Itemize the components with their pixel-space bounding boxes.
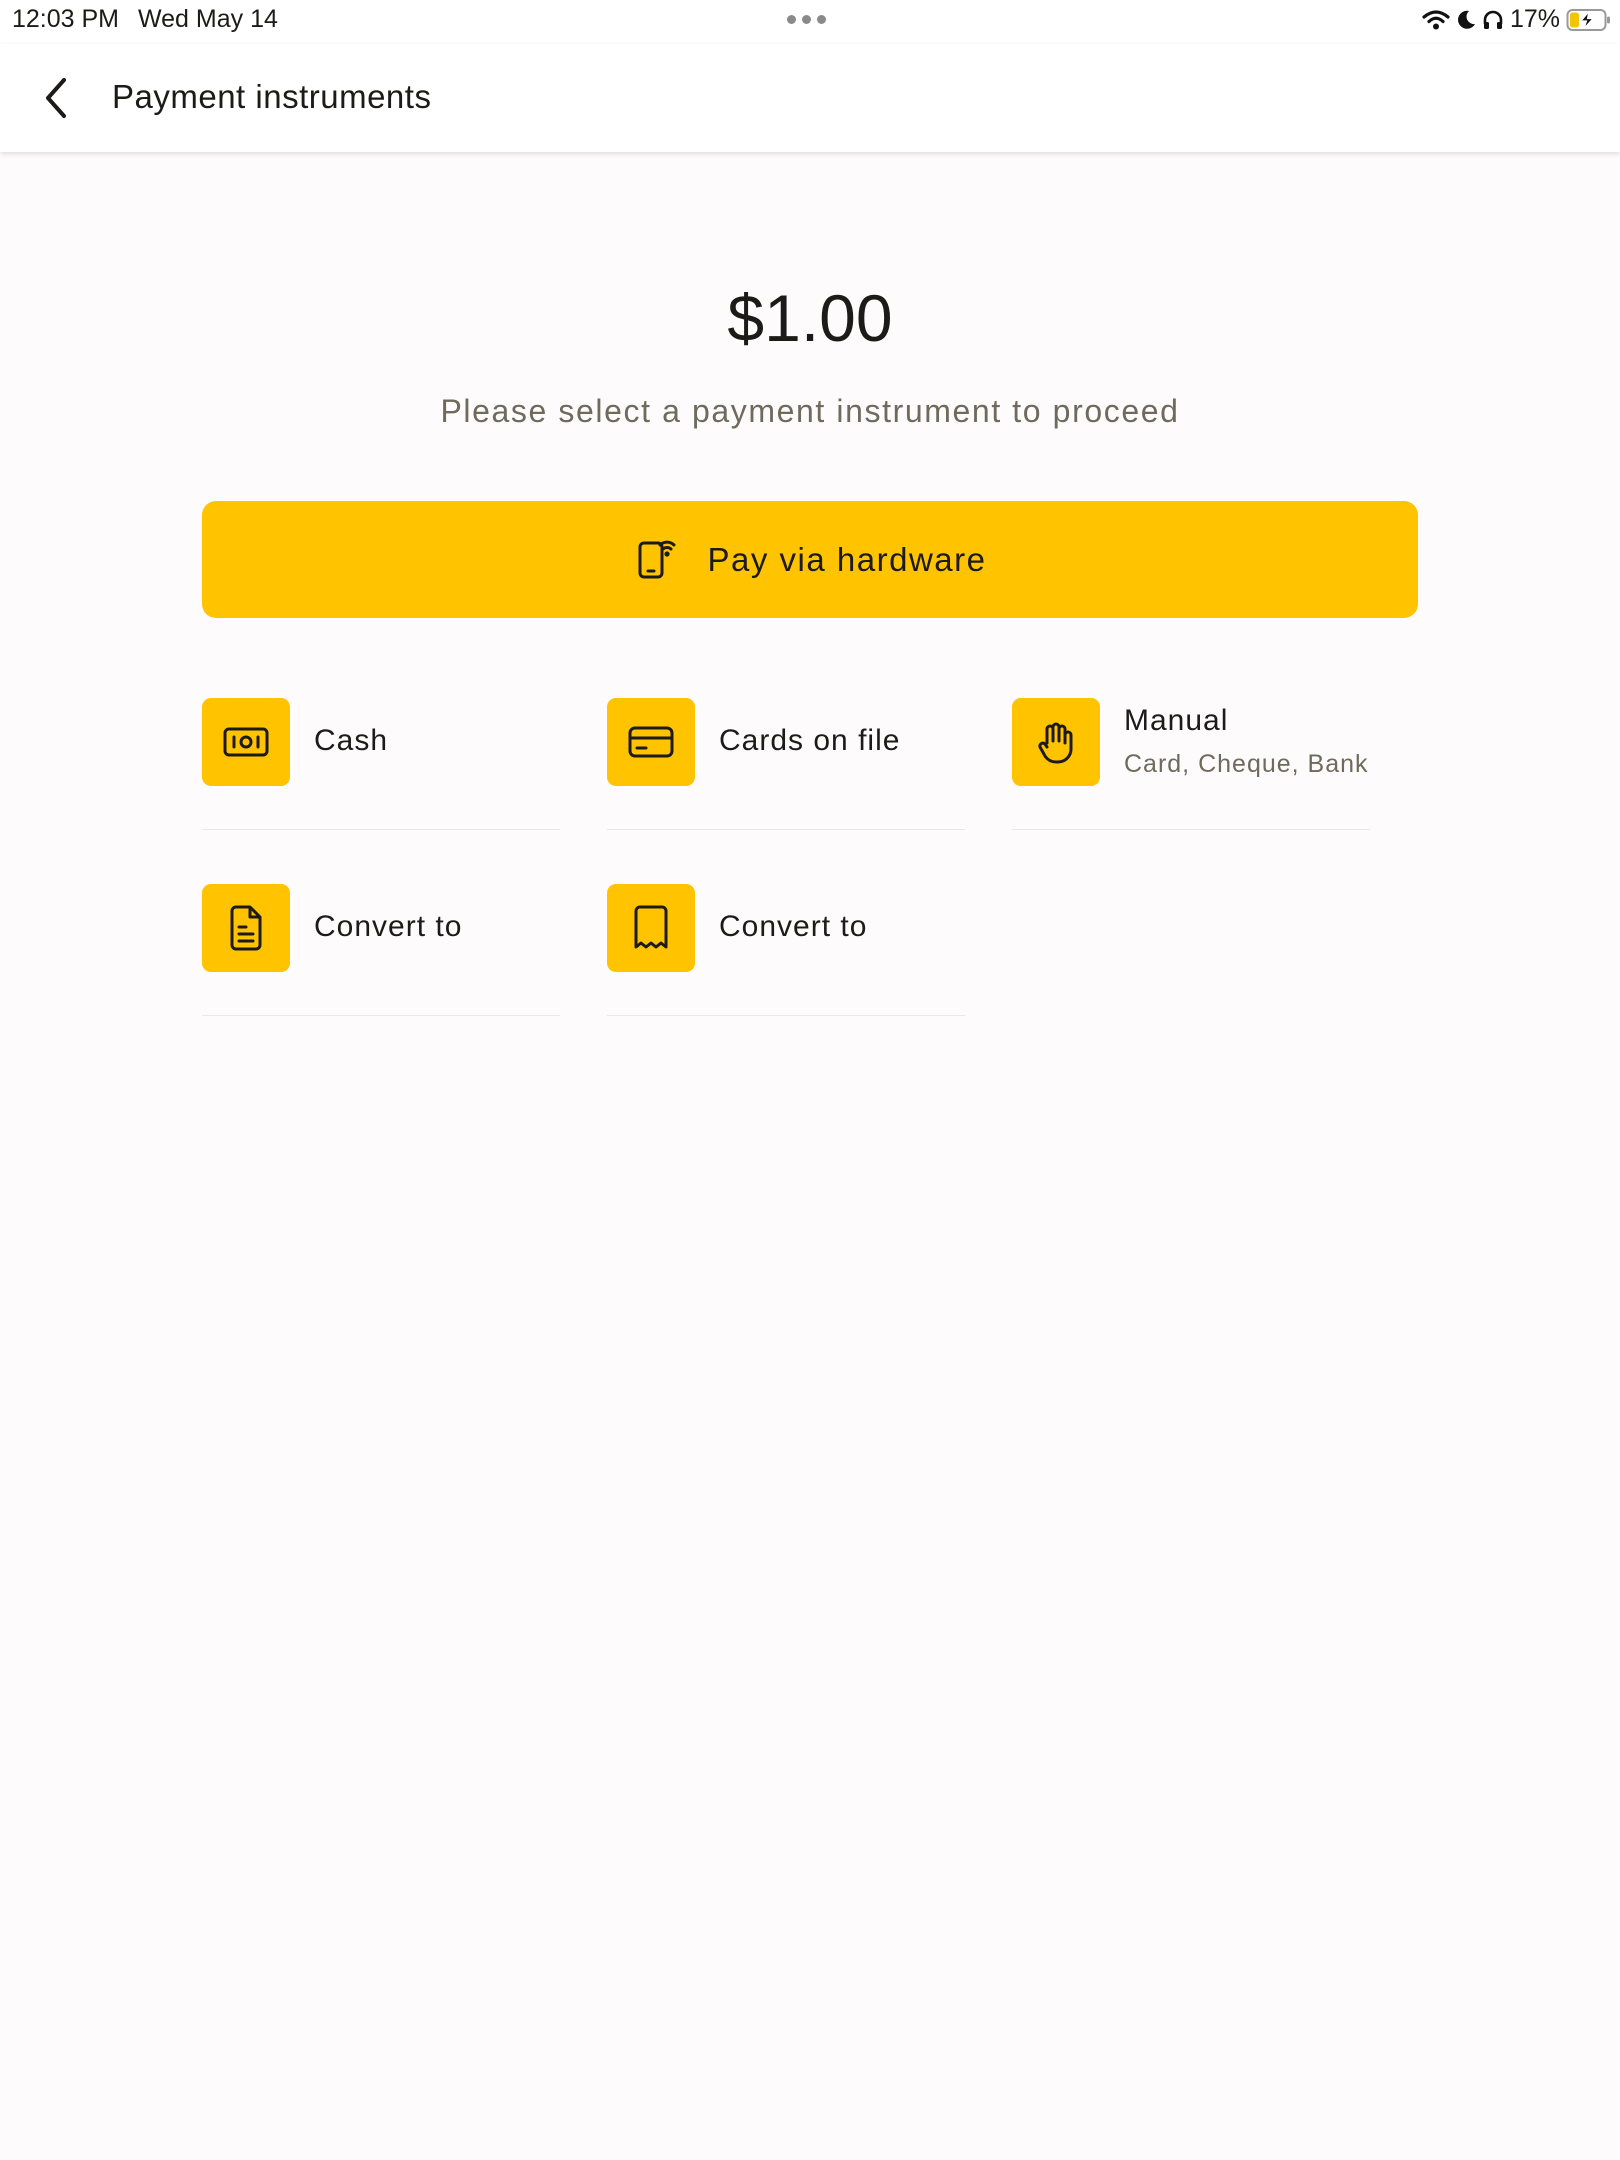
multitasking-dots-icon[interactable] [787,15,826,24]
chevron-left-icon [46,78,66,118]
divider [1012,829,1370,830]
wifi-icon [1422,9,1450,31]
option-label: Manual [1124,704,1229,737]
option-convert-to-document[interactable]: Convert to [202,884,560,1016]
option-manual[interactable]: Manual Card, Cheque, Bank [1012,698,1370,830]
divider [202,829,560,830]
page-title: Payment instruments [112,78,432,115]
option-cards-on-file[interactable]: Cards on file [607,698,965,830]
option-sublabel: Card, Cheque, Bank [1124,750,1369,778]
status-indicators: 17% [1422,5,1612,34]
battery-charging-icon [1566,8,1612,32]
option-label: Convert to [719,910,868,943]
status-date: Wed May 14 [138,5,278,33]
cash-icon [202,698,290,786]
document-icon [202,884,290,972]
status-time: 12:03 PM [12,5,120,33]
option-cash[interactable]: Cash [202,698,560,830]
credit-card-icon [607,698,695,786]
payment-amount: $1.00 [727,281,893,355]
moon-icon [1456,9,1476,31]
pay-via-hardware-label: Pay via hardware [707,540,987,578]
option-label: Cards on file [719,724,901,757]
divider [607,829,965,830]
back-button[interactable] [38,72,74,124]
hand-icon [1012,698,1100,786]
app-header: Payment instruments [0,44,1620,152]
battery-percent: 17% [1509,5,1560,33]
phone-contactless-icon [634,533,678,586]
option-label: Cash [314,724,389,757]
divider [607,1015,965,1016]
pay-via-hardware-button[interactable]: Pay via hardware [202,501,1418,618]
option-convert-to-receipt[interactable]: Convert to [607,884,965,1016]
option-label: Convert to [314,910,463,943]
headphones-icon [1482,9,1504,31]
instruction-text: Please select a payment instrument to pr… [440,393,1180,429]
receipt-icon [607,884,695,972]
status-bar: 12:03 PM Wed May 14 17% [0,0,1620,44]
divider [202,1015,560,1016]
